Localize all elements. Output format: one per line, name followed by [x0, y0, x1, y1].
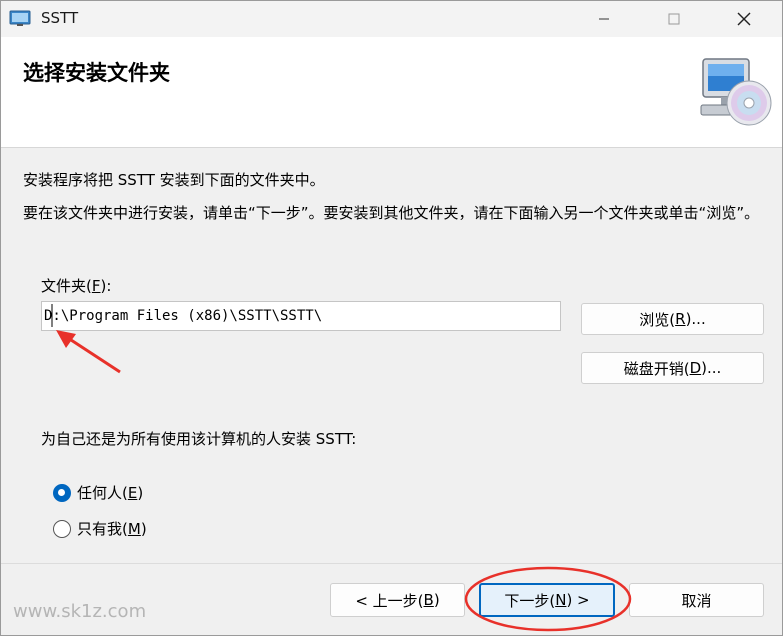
install-description: 安装程序将把 SSTT 安装到下面的文件夹中。 — [23, 171, 325, 189]
footer-divider — [1, 563, 782, 564]
window-title: SSTT — [41, 9, 79, 27]
maximize-icon — [668, 13, 680, 25]
title-bar[interactable]: SSTT — [1, 1, 782, 37]
folder-label: 文件夹(F): — [41, 277, 112, 295]
watermark: www.sk1z.com — [13, 601, 147, 622]
back-button[interactable]: < 上一步(B) — [330, 583, 465, 617]
disk-cost-button[interactable]: 磁盘开销(D)... — [581, 352, 764, 384]
install-instructions: 要在该文件夹中进行安装，请单击“下一步”。要安装到其他文件夹，请在下面输入另一个… — [23, 204, 760, 222]
radio-just-me-label: 只有我(M) — [77, 520, 147, 538]
header-banner: 选择安装文件夹 — [1, 37, 782, 148]
radio-just-me[interactable]: 只有我(M) — [53, 518, 147, 539]
installer-window: SSTT 选择安装文件夹 安装程序将把 SSTT 安装到下面的文件夹中。 要在该… — [0, 0, 783, 636]
install-for-label: 为自己还是为所有使用该计算机的人安装 SSTT: — [41, 430, 357, 448]
close-button[interactable] — [721, 1, 767, 37]
folder-path-input[interactable] — [41, 301, 561, 331]
radio-everyone-label: 任何人(E) — [77, 484, 144, 502]
cancel-button[interactable]: 取消 — [629, 583, 764, 617]
minimize-icon — [599, 18, 609, 20]
installer-app-icon — [9, 10, 31, 26]
radio-everyone[interactable]: 任何人(E) — [53, 482, 143, 503]
minimize-button[interactable] — [581, 1, 627, 37]
close-icon — [737, 12, 751, 26]
next-button[interactable]: 下一步(N) > — [479, 583, 615, 617]
page-title: 选择安装文件夹 — [23, 61, 170, 85]
browse-button[interactable]: 浏览(R)... — [581, 303, 764, 335]
computer-with-disc-icon — [700, 58, 772, 126]
maximize-button[interactable] — [651, 1, 697, 37]
radio-button-checked[interactable] — [53, 483, 71, 502]
radio-button-unchecked[interactable] — [53, 519, 71, 538]
